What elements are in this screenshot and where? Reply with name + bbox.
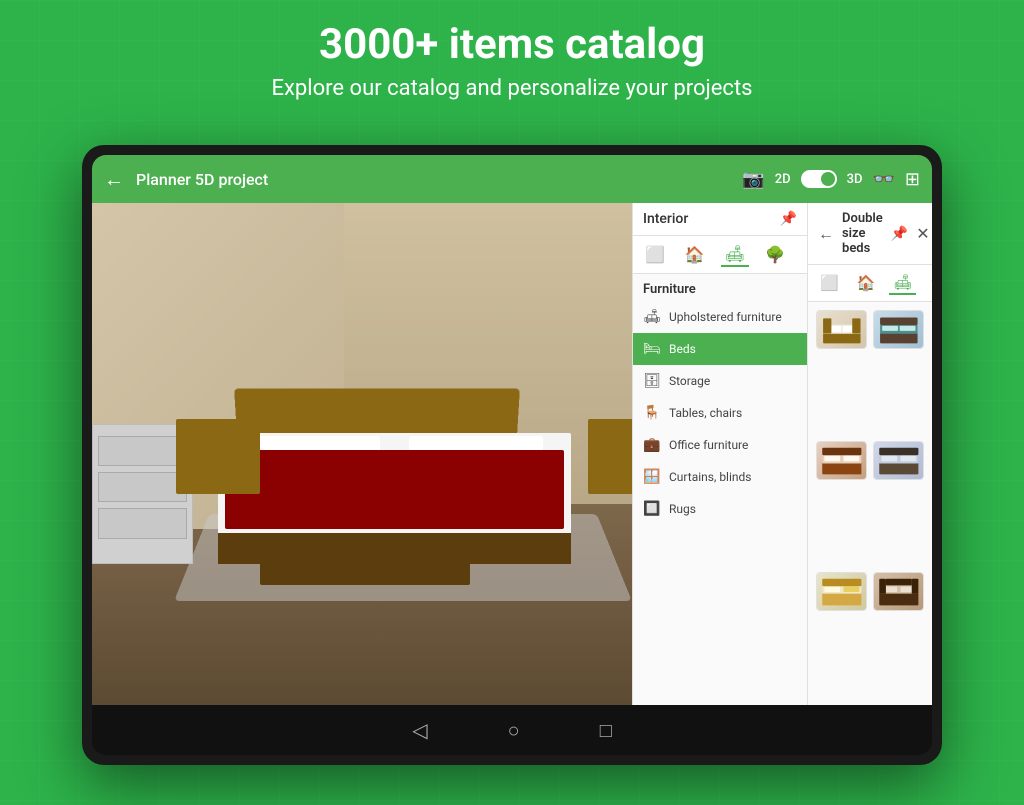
panel-tabs: ⬜ 🏠 🛋 🌳 <box>633 236 807 274</box>
header: 3000+ items catalog Explore our catalog … <box>0 20 1024 101</box>
bed-svg-4 <box>878 445 920 477</box>
nav-bar: ◁ ○ □ <box>92 705 932 755</box>
nightstand-left <box>176 419 260 494</box>
bed-svg-2 <box>878 314 920 346</box>
detail-tab-nature[interactable]: 🌳 <box>926 272 932 294</box>
bed-card-6[interactable] <box>873 572 924 611</box>
sidebar-panel: Interior 📌 ⬜ 🏠 🛋 🌳 Furniture 🛋 Upholster… <box>632 203 807 705</box>
panel-title: Interior <box>643 211 688 227</box>
camera-icon[interactable]: 📷 <box>742 169 764 190</box>
rugs-label: Rugs <box>669 502 696 516</box>
mode-2d-label: 2D <box>775 172 791 187</box>
detail-pin-icon[interactable]: 📌 <box>891 226 908 242</box>
panel-item-office[interactable]: 💼 Office furniture <box>633 429 807 461</box>
office-label: Office furniture <box>669 438 748 452</box>
header-title: 3000+ items catalog <box>0 20 1024 70</box>
panel-header: Interior 📌 <box>633 203 807 236</box>
mode-toggle[interactable] <box>801 170 837 188</box>
detail-tabs: ⬜ 🏠 🛋 🌳 <box>808 265 932 302</box>
bench <box>260 554 470 584</box>
upholstered-icon: 🛋 <box>643 309 661 325</box>
storage-label: Storage <box>669 374 710 388</box>
detail-tab-house[interactable]: 🏠 <box>853 272 880 294</box>
bed <box>218 389 571 565</box>
app-title: Planner 5D project <box>136 170 730 189</box>
back-button[interactable]: ← <box>104 167 124 192</box>
beds-grid <box>808 302 932 705</box>
tables-label: Tables, chairs <box>669 406 742 420</box>
header-subtitle: Explore our catalog and personalize your… <box>0 76 1024 101</box>
panel-tab-room[interactable]: ⬜ <box>641 243 669 266</box>
beds-icon: 🛏 <box>643 341 661 357</box>
tablet-screen: ← Planner 5D project 📷 2D 3D 👓 ⊞ <box>92 155 932 755</box>
curtains-label: Curtains, blinds <box>669 470 751 484</box>
bed-card-2[interactable] <box>873 310 924 349</box>
office-icon: 💼 <box>643 437 661 453</box>
nav-back-button[interactable]: ◁ <box>412 718 427 742</box>
bed-blanket <box>225 450 564 529</box>
dresser-drawer-2 <box>98 472 187 502</box>
vr-icon[interactable]: 👓 <box>872 169 894 190</box>
tablet-device: ← Planner 5D project 📷 2D 3D 👓 ⊞ <box>82 145 942 765</box>
panel-item-storage[interactable]: 🗄 Storage <box>633 365 807 397</box>
beds-label: Beds <box>669 342 696 356</box>
panel-item-upholstered[interactable]: 🛋 Upholstered furniture <box>633 301 807 333</box>
panel-item-curtains[interactable]: 🪟 Curtains, blinds <box>633 461 807 493</box>
dresser-drawer-1 <box>98 436 187 466</box>
bed-svg-6 <box>878 576 920 608</box>
storage-icon: 🗄 <box>643 373 661 389</box>
upholstered-label: Upholstered furniture <box>669 310 782 324</box>
detail-back-button[interactable]: ← <box>818 224 834 244</box>
bed-card-5[interactable] <box>816 572 867 611</box>
tables-icon: 🪑 <box>643 405 661 421</box>
detail-panel: ← Double size beds 📌 ✕ ⬜ 🏠 🛋 🌳 <box>807 203 932 705</box>
bed-svg-1 <box>821 314 863 346</box>
mode-3d-label: 3D <box>847 172 863 187</box>
curtains-icon: 🪟 <box>643 469 661 485</box>
nav-home-button[interactable]: ○ <box>508 718 520 743</box>
rugs-icon: 🔲 <box>643 501 661 517</box>
bed-svg-5 <box>821 576 863 608</box>
bed-card-1[interactable] <box>816 310 867 349</box>
panel-section-label: Furniture <box>633 274 807 301</box>
app-bar-controls: 📷 2D 3D 👓 ⊞ <box>742 169 920 190</box>
nav-square-button[interactable]: □ <box>600 718 612 743</box>
panel-tab-furniture[interactable]: 🛋 <box>721 242 749 267</box>
bed-card-3[interactable] <box>816 441 867 480</box>
dresser-drawer-3 <box>98 508 187 538</box>
panel-tab-nature[interactable]: 🌳 <box>761 243 789 266</box>
panel-item-tables[interactable]: 🪑 Tables, chairs <box>633 397 807 429</box>
detail-title: Double size beds <box>842 211 883 256</box>
bed-card-4[interactable] <box>873 441 924 480</box>
layers-icon[interactable]: ⊞ <box>905 169 920 190</box>
detail-header: ← Double size beds 📌 ✕ <box>808 203 932 265</box>
bed-svg-3 <box>821 445 863 477</box>
panel-pin-icon[interactable]: 📌 <box>780 211 797 227</box>
app-bar: ← Planner 5D project 📷 2D 3D 👓 ⊞ <box>92 155 932 203</box>
panel-tab-house[interactable]: 🏠 <box>681 243 709 266</box>
panel-item-rugs[interactable]: 🔲 Rugs <box>633 493 807 525</box>
detail-tab-room[interactable]: ⬜ <box>816 272 843 294</box>
detail-close-button[interactable]: ✕ <box>916 224 929 243</box>
panel-item-beds[interactable]: 🛏 Beds <box>633 333 807 365</box>
detail-tab-furniture[interactable]: 🛋 <box>889 271 916 295</box>
